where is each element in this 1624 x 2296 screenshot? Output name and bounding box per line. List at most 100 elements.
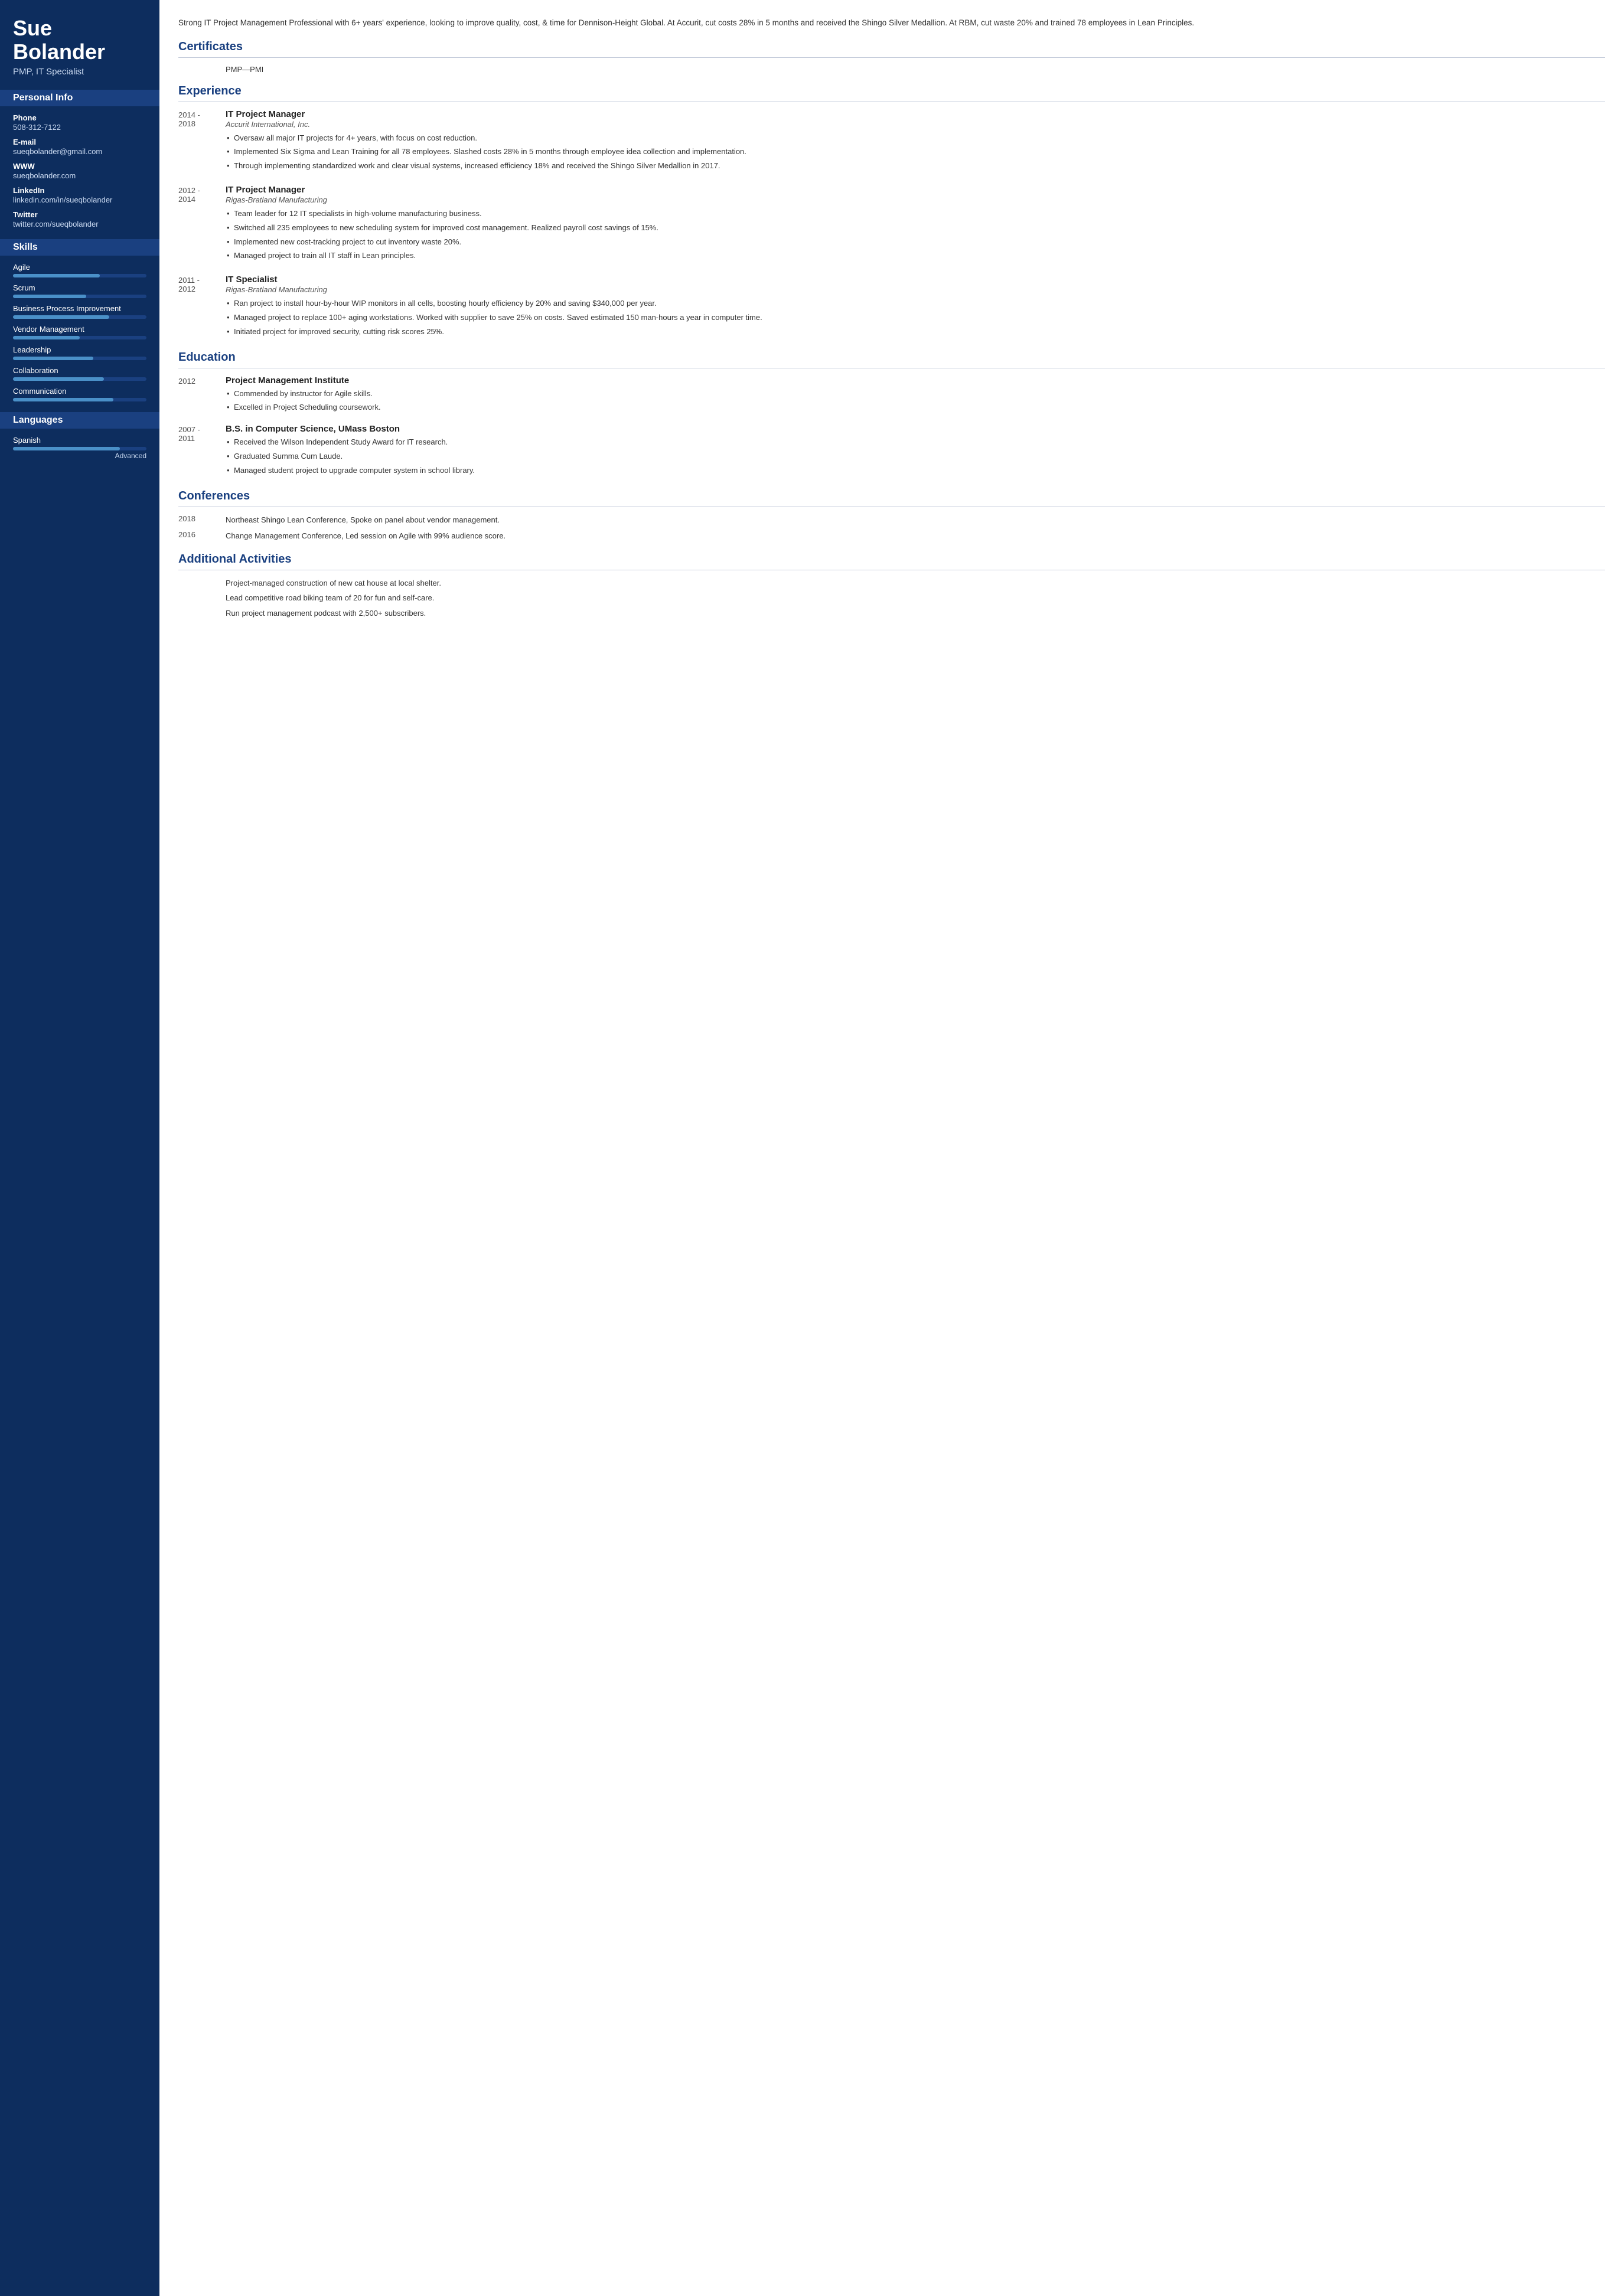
exp-company-1: Accurit International, Inc. <box>226 120 1605 129</box>
main-content: Strong IT Project Management Professiona… <box>159 0 1624 2296</box>
conf-row-2016: 2016 Change Management Conference, Led s… <box>178 530 1605 542</box>
skill-vendor-label: Vendor Management <box>13 325 146 334</box>
experience-title: Experience <box>178 84 1605 98</box>
conf-text-2018: Northeast Shingo Lean Conference, Spoke … <box>226 514 1605 526</box>
www-value: sueqbolander.com <box>13 171 146 180</box>
exp-bullets-1: Oversaw all major IT projects for 4+ yea… <box>226 132 1605 172</box>
skill-bpi-label: Business Process Improvement <box>13 304 146 313</box>
skill-leadership-bar <box>13 357 146 360</box>
skill-scrum-bar <box>13 295 146 298</box>
www-label: WWW <box>13 162 146 171</box>
skill-collab-label: Collaboration <box>13 366 146 375</box>
skill-agile-bar <box>13 274 146 277</box>
exp-entry-3: 2011 -2012 IT Specialist Rigas-Bratland … <box>178 275 1605 339</box>
exp-dates-3: 2011 -2012 <box>178 275 226 339</box>
conf-year-2018: 2018 <box>178 514 226 526</box>
conf-year-2016: 2016 <box>178 530 226 542</box>
exp-title-1: IT Project Manager <box>226 109 1605 119</box>
edu-entry-1: 2012 Project Management Institute Commen… <box>178 375 1605 416</box>
candidate-title: PMP, IT Specialist <box>13 67 146 77</box>
skill-leadership-label: Leadership <box>13 345 146 354</box>
candidate-name: Sue Bolander <box>13 17 146 63</box>
exp-content-1: IT Project Manager Accurit International… <box>226 109 1605 174</box>
edu-content-2: B.S. in Computer Science, UMass Boston R… <box>226 424 1605 478</box>
exp-bullet-3-1: Ran project to install hour-by-hour WIP … <box>226 298 1605 310</box>
exp-bullet-3-2: Managed project to replace 100+ aging wo… <box>226 312 1605 324</box>
edu-title-1: Project Management Institute <box>226 375 1605 386</box>
skill-bpi-bar <box>13 315 146 319</box>
exp-company-2: Rigas-Bratland Manufacturing <box>226 195 1605 204</box>
edu-bullet-2-1: Received the Wilson Independent Study Aw… <box>226 436 1605 449</box>
exp-content-3: IT Specialist Rigas-Bratland Manufacturi… <box>226 275 1605 339</box>
exp-bullet-2-3: Implemented new cost-tracking project to… <box>226 236 1605 249</box>
sidebar: Sue Bolander PMP, IT Specialist Personal… <box>0 0 159 2296</box>
edu-content-1: Project Management Institute Commended b… <box>226 375 1605 416</box>
phone-label: Phone <box>13 113 146 122</box>
skills-list: Agile Scrum Business Process Improvement… <box>13 263 146 401</box>
phone-value: 508-312-7122 <box>13 123 146 132</box>
activity-row-2: Lead competitive road biking team of 20 … <box>178 592 1605 604</box>
exp-bullets-2: Team leader for 12 IT specialists in hig… <box>226 208 1605 262</box>
skills-section-title: Skills <box>0 239 159 256</box>
twitter-value: twitter.com/sueqbolander <box>13 220 146 228</box>
languages-section-title: Languages <box>0 412 159 429</box>
cert-pmp-name: PMP—PMI <box>226 65 263 74</box>
edu-bullet-1-2: Excelled in Project Scheduling coursewor… <box>226 401 1605 414</box>
edu-bullets-1: Commended by instructor for Agile skills… <box>226 388 1605 414</box>
edu-bullet-2-2: Graduated Summa Cum Laude. <box>226 450 1605 463</box>
skill-comm-bar <box>13 398 146 401</box>
edu-bullet-1-1: Commended by instructor for Agile skills… <box>226 388 1605 400</box>
exp-entry-1: 2014 -2018 IT Project Manager Accurit In… <box>178 109 1605 174</box>
exp-content-2: IT Project Manager Rigas-Bratland Manufa… <box>226 185 1605 264</box>
education-title: Education <box>178 351 1605 364</box>
exp-company-3: Rigas-Bratland Manufacturing <box>226 285 1605 294</box>
conf-text-2016: Change Management Conference, Led sessio… <box>226 530 1605 542</box>
activity-text-2: Lead competitive road biking team of 20 … <box>226 592 1605 604</box>
conferences-title: Conferences <box>178 489 1605 503</box>
edu-dates-2: 2007 -2011 <box>178 424 226 478</box>
contact-info: Phone 508-312-7122 E-mail sueqbolander@g… <box>13 113 146 228</box>
conf-row-2018: 2018 Northeast Shingo Lean Conference, S… <box>178 514 1605 526</box>
certificates-divider <box>178 57 1605 58</box>
exp-bullet-1-2: Implemented Six Sigma and Lean Training … <box>226 146 1605 158</box>
edu-dates-1: 2012 <box>178 375 226 416</box>
edu-entry-2: 2007 -2011 B.S. in Computer Science, UMa… <box>178 424 1605 478</box>
email-label: E-mail <box>13 138 146 146</box>
activity-text-3: Run project management podcast with 2,50… <box>226 608 1605 619</box>
lang-spanish-label: Spanish <box>13 436 146 445</box>
lang-spanish-level: Advanced <box>13 452 146 460</box>
exp-entry-2: 2012 -2014 IT Project Manager Rigas-Brat… <box>178 185 1605 264</box>
exp-dates-2: 2012 -2014 <box>178 185 226 264</box>
lang-spanish-bar <box>13 447 146 450</box>
linkedin-value: linkedin.com/in/sueqbolander <box>13 195 146 204</box>
summary-text: Strong IT Project Management Professiona… <box>178 17 1605 30</box>
twitter-label: Twitter <box>13 210 146 219</box>
cert-row-pmp: PMP—PMI <box>178 65 1605 74</box>
activity-row-3: Run project management podcast with 2,50… <box>178 608 1605 619</box>
activities-title: Additional Activities <box>178 553 1605 566</box>
skill-scrum-label: Scrum <box>13 283 146 292</box>
exp-title-3: IT Specialist <box>226 275 1605 285</box>
exp-bullet-2-4: Managed project to train all IT staff in… <box>226 250 1605 262</box>
exp-bullet-3-3: Initiated project for improved security,… <box>226 326 1605 338</box>
skill-vendor-bar <box>13 336 146 339</box>
activity-row-1: Project-managed construction of new cat … <box>178 577 1605 589</box>
skill-collab-bar <box>13 377 146 381</box>
exp-bullets-3: Ran project to install hour-by-hour WIP … <box>226 298 1605 338</box>
exp-bullet-2-1: Team leader for 12 IT specialists in hig… <box>226 208 1605 220</box>
activity-text-1: Project-managed construction of new cat … <box>226 577 1605 589</box>
edu-title-2: B.S. in Computer Science, UMass Boston <box>226 424 1605 434</box>
certificates-title: Certificates <box>178 40 1605 54</box>
skill-agile-label: Agile <box>13 263 146 272</box>
linkedin-label: LinkedIn <box>13 186 146 195</box>
edu-bullets-2: Received the Wilson Independent Study Aw… <box>226 436 1605 476</box>
exp-dates-1: 2014 -2018 <box>178 109 226 174</box>
skill-comm-label: Communication <box>13 387 146 396</box>
exp-bullet-1-1: Oversaw all major IT projects for 4+ yea… <box>226 132 1605 145</box>
exp-bullet-1-3: Through implementing standardized work a… <box>226 160 1605 172</box>
edu-bullet-2-3: Managed student project to upgrade compu… <box>226 465 1605 477</box>
languages-list: Spanish Advanced <box>13 436 146 460</box>
exp-title-2: IT Project Manager <box>226 185 1605 195</box>
email-value: sueqbolander@gmail.com <box>13 147 146 156</box>
exp-bullet-2-2: Switched all 235 employees to new schedu… <box>226 222 1605 234</box>
